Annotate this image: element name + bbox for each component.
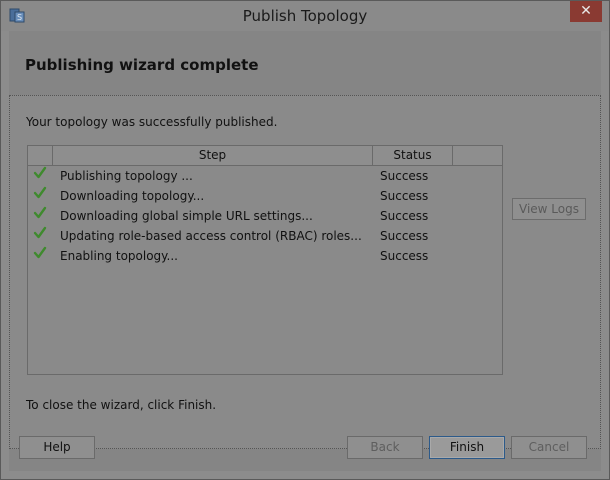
- close-hint: To close the wizard, click Finish.: [26, 398, 217, 412]
- page-title: Publishing wizard complete: [25, 56, 259, 74]
- success-message: Your topology was successfully published…: [26, 115, 278, 129]
- status-label: Success: [380, 209, 429, 223]
- column-header-step[interactable]: Step: [53, 146, 373, 165]
- title-bar[interactable]: S Publish Topology ✕: [1, 1, 609, 31]
- table-row[interactable]: Enabling topology... Success: [28, 246, 502, 266]
- table-row[interactable]: Downloading topology... Success: [28, 186, 502, 206]
- grid-header: Step Status: [28, 146, 502, 166]
- check-icon: [33, 166, 51, 184]
- step-label: Enabling topology...: [60, 249, 178, 263]
- step-label: Updating role-based access control (RBAC…: [60, 229, 362, 243]
- status-label: Success: [380, 249, 429, 263]
- column-header-status[interactable]: Status: [373, 146, 453, 165]
- publish-topology-window: S Publish Topology ✕ Publishing wizard c…: [0, 0, 610, 480]
- grid-header-filler: [453, 146, 501, 165]
- step-label: Publishing topology ...: [60, 169, 193, 183]
- wizard-client-area: Publishing wizard complete Your topology…: [9, 31, 601, 471]
- status-label: Success: [380, 169, 429, 183]
- check-icon: [33, 186, 51, 204]
- table-row[interactable]: Updating role-based access control (RBAC…: [28, 226, 502, 246]
- grid-header-icon-column: [28, 146, 53, 165]
- status-label: Success: [380, 189, 429, 203]
- status-label: Success: [380, 229, 429, 243]
- help-button[interactable]: Help: [19, 436, 95, 459]
- back-button[interactable]: Back: [347, 436, 423, 459]
- wizard-header: Publishing wizard complete: [9, 31, 601, 95]
- step-label: Downloading topology...: [60, 189, 205, 203]
- check-icon: [33, 206, 51, 224]
- table-row[interactable]: Publishing topology ... Success: [28, 166, 502, 186]
- steps-grid[interactable]: Step Status Publishing topology ... Succ…: [27, 145, 503, 375]
- window-title: Publish Topology: [242, 7, 368, 25]
- finish-button[interactable]: Finish: [429, 436, 505, 459]
- cancel-button[interactable]: Cancel: [511, 436, 587, 459]
- table-row[interactable]: Downloading global simple URL settings..…: [28, 206, 502, 226]
- close-button[interactable]: ✕: [570, 1, 602, 22]
- check-icon: [33, 226, 51, 244]
- check-icon: [33, 246, 51, 264]
- wizard-content: Your topology was successfully published…: [9, 95, 601, 449]
- step-label: Downloading global simple URL settings..…: [60, 209, 313, 223]
- view-logs-button[interactable]: View Logs: [512, 198, 586, 220]
